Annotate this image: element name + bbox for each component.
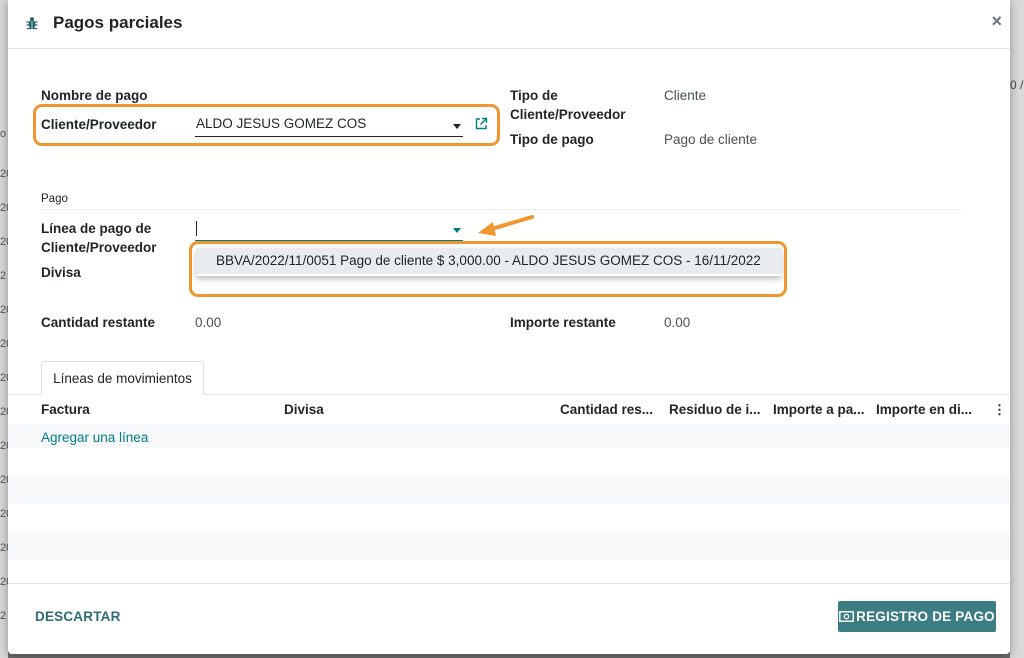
close-button[interactable]: × [991, 11, 1002, 32]
background-fragment: 20 [0, 508, 8, 520]
background-fragment: 2 [0, 610, 7, 622]
partner-type-label-line1: Tipo de [510, 88, 558, 103]
tab-move-lines[interactable]: Líneas de movimientos [41, 361, 204, 395]
add-line-link[interactable]: Agregar una línea [41, 430, 148, 445]
bug-icon [26, 17, 38, 30]
payment-line-label-line1: Línea de pago de [41, 221, 152, 236]
column-header-amount-currency[interactable]: Importe en di... [876, 402, 972, 417]
payment-line-label-line2: Cliente/Proveedor [41, 240, 157, 255]
section-divider [41, 209, 961, 210]
chevron-down-icon[interactable] [453, 228, 461, 233]
background-fragment: 20 [0, 236, 8, 248]
annotation-arrow-icon [478, 215, 534, 236]
highlight-partner [33, 104, 500, 146]
background-fragment: 20 [0, 576, 8, 588]
background-fragment: 20 [0, 304, 8, 316]
payment-type-value: Pago de cliente [664, 132, 758, 147]
highlight-dropdown [189, 241, 787, 297]
background-fragment: 20 [0, 202, 8, 214]
remaining-quantity-label: Cantidad restante [41, 315, 156, 330]
background-fragment: 20 [0, 168, 8, 180]
column-options-icon[interactable]: ⋮ [993, 402, 1006, 418]
partner-type-value: Cliente [664, 88, 707, 103]
register-payment-button[interactable]: REGISTRO DE PAGO [838, 601, 996, 632]
payment-line-input[interactable] [195, 218, 463, 241]
text-cursor [196, 221, 197, 236]
table-row [8, 476, 1010, 504]
register-payment-label: REGISTRO DE PAGO [856, 609, 995, 624]
section-title-payment: Pago [41, 193, 68, 205]
background-fragment: 20 [0, 440, 8, 452]
background-right-strip [1010, 0, 1024, 658]
column-header-residual[interactable]: Residuo de i... [669, 402, 761, 417]
remaining-amount-value: 0.00 [664, 315, 691, 330]
remaining-amount-label: Importe restante [510, 315, 616, 330]
payment-type-label: Tipo de pago [510, 132, 594, 147]
background-fragment: 2 [0, 270, 7, 282]
table-row [8, 532, 1010, 560]
background-fragment: 20 [0, 372, 8, 384]
column-header-amount-to-pay[interactable]: Importe a pa... [773, 402, 865, 417]
table-row [8, 424, 1010, 448]
column-header-remaining-qty[interactable]: Cantidad res... [560, 402, 653, 417]
background-fragment: 20 [0, 406, 8, 418]
column-header-currency[interactable]: Divisa [284, 402, 324, 417]
background-fragment: 20 [0, 474, 8, 486]
payment-name-label: Nombre de pago [41, 88, 148, 103]
background-fragment: o [0, 128, 7, 140]
background-fragment: 20 [0, 542, 8, 554]
footer-divider [8, 583, 1010, 584]
partial-payments-dialog: Pagos parciales × Nombre de pago Cliente… [8, 0, 1010, 654]
partner-type-label-line2: Cliente/Proveedor [510, 107, 626, 122]
currency-label: Divisa [41, 265, 81, 280]
discard-button[interactable]: DESCARTAR [35, 609, 121, 624]
dialog-title: Pagos parciales [53, 13, 183, 32]
money-icon [839, 611, 855, 622]
background-fragment: 0 / [1010, 78, 1024, 92]
background-left-strip [0, 0, 8, 658]
column-header-invoice[interactable]: Factura [41, 402, 90, 417]
background-fragment: 20 [0, 338, 8, 350]
dialog-header: Pagos parciales × [8, 0, 1010, 49]
remaining-quantity-value: 0.00 [195, 315, 222, 330]
